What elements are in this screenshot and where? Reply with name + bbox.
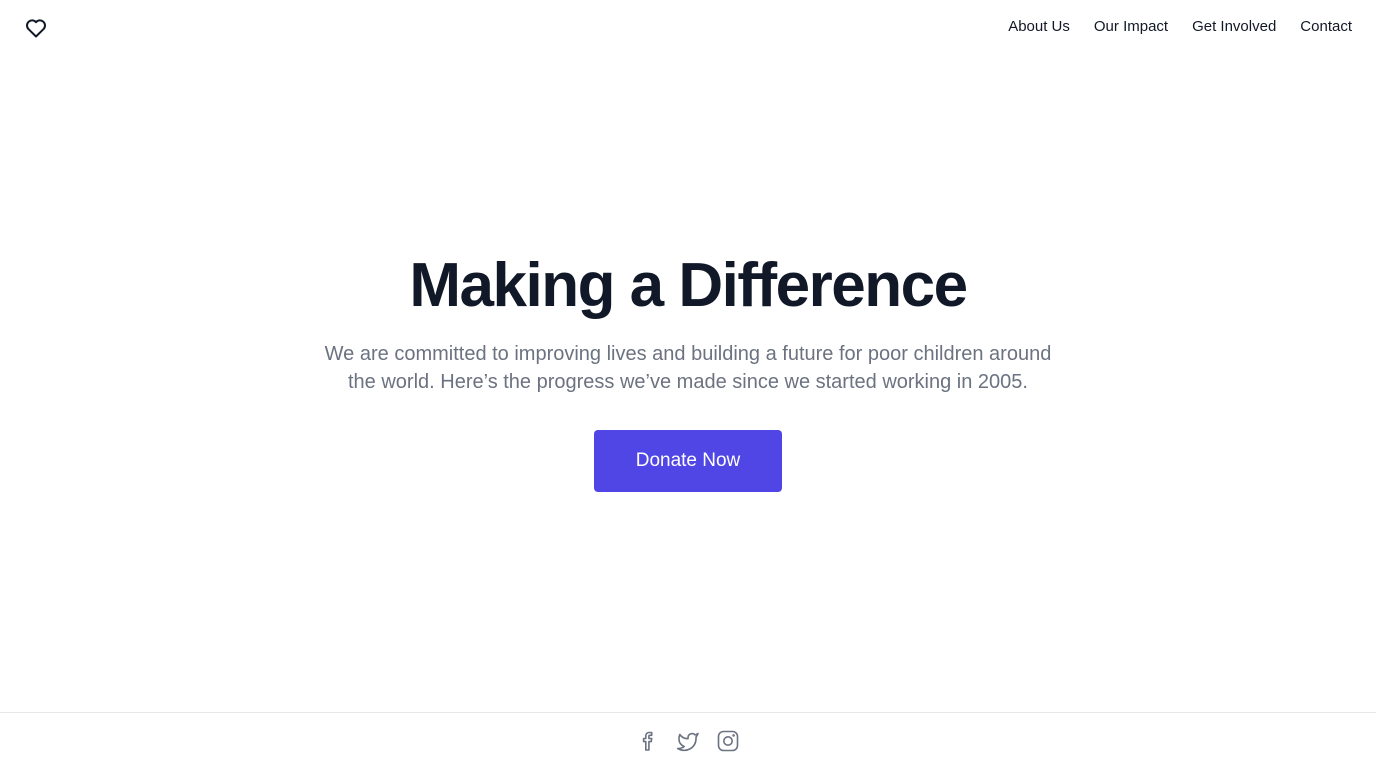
site-footer xyxy=(0,712,1376,768)
heart-icon xyxy=(26,19,46,38)
hero-title: Making a Difference xyxy=(409,251,968,320)
social-links xyxy=(0,729,1376,753)
facebook-icon xyxy=(642,731,653,751)
page: About Us Our Impact Get Involved Contact… xyxy=(0,0,1376,768)
nav-link-get-involved[interactable]: Get Involved xyxy=(1192,17,1276,37)
site-header: About Us Our Impact Get Involved Contact xyxy=(0,0,1376,56)
instagram-icon xyxy=(717,730,739,752)
nav-link-our-impact[interactable]: Our Impact xyxy=(1094,17,1168,37)
facebook-link[interactable] xyxy=(636,729,660,753)
hero-section: Making a Difference We are committed to … xyxy=(0,250,1376,492)
main-nav: About Us Our Impact Get Involved Contact xyxy=(1008,17,1352,37)
nav-link-about-us[interactable]: About Us xyxy=(1008,17,1070,37)
twitter-icon xyxy=(676,732,699,752)
donate-now-button[interactable]: Donate Now xyxy=(594,430,782,492)
logo-link[interactable] xyxy=(24,16,48,40)
twitter-link[interactable] xyxy=(676,729,700,753)
instagram-link[interactable] xyxy=(716,729,740,753)
nav-link-contact[interactable]: Contact xyxy=(1300,17,1352,37)
hero-subtitle: We are committed to improving lives and … xyxy=(324,343,1052,393)
